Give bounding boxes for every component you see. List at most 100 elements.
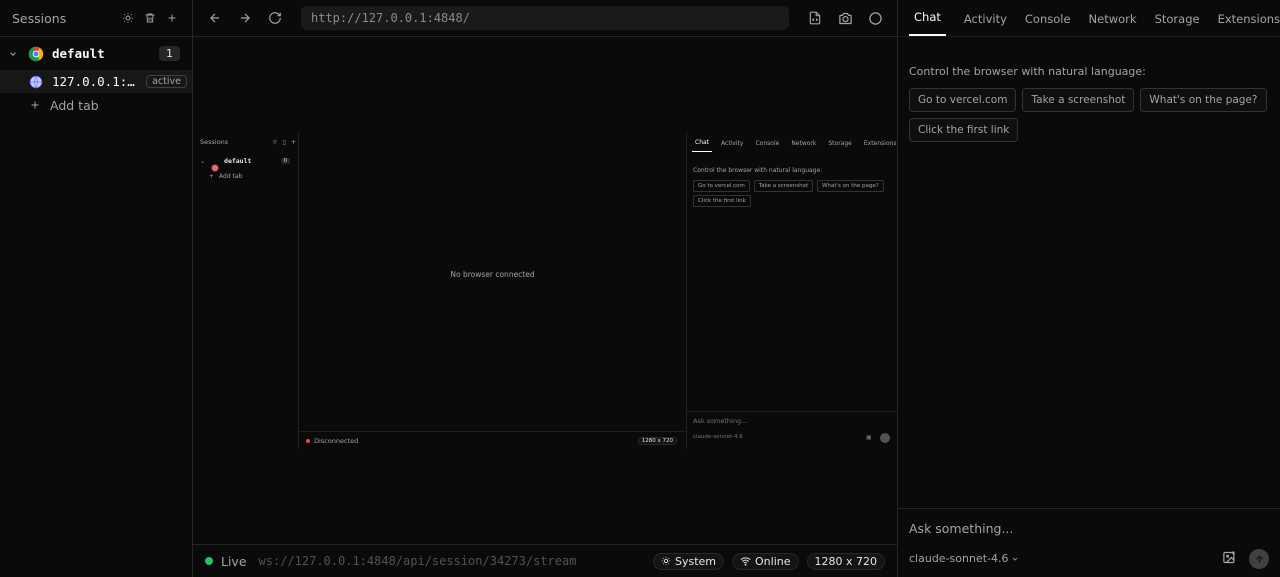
arrow-left-icon[interactable] <box>205 8 225 28</box>
preview-send-icon <box>880 433 890 443</box>
suggestion-list: Go to vercel.com Take a screenshot What'… <box>909 88 1269 142</box>
disconnected-label: Disconnected <box>314 436 359 445</box>
preview-tab-storage: Storage <box>828 140 852 147</box>
chat-intro: Control the browser with natural languag… <box>909 65 1146 78</box>
preview-plus-icon: + <box>209 172 215 180</box>
chrome-icon <box>28 46 44 62</box>
preview-suggestion: What's on the page? <box>817 180 884 192</box>
session-tab-item[interactable]: 127.0.0.1:48... active <box>0 70 192 93</box>
sidebar-title: Sessions <box>12 10 67 26</box>
preview-panel: Chat Activity Console Network Storage Ex… <box>686 132 897 449</box>
preview-intro: Control the browser with natural languag… <box>693 167 823 174</box>
theme-toggle[interactable]: System <box>652 552 725 570</box>
plus-icon[interactable] <box>164 10 180 26</box>
preview-plus-icon: + <box>290 138 296 146</box>
browser-toolbar <box>193 0 897 37</box>
preview-add-tab: + Add tab <box>198 170 298 182</box>
preview-add-tab-label: Add tab <box>219 172 243 180</box>
wifi-icon <box>740 556 751 566</box>
preview-main: No browser connected Disconnected 1280 x… <box>299 132 686 449</box>
image-icon[interactable] <box>1222 550 1237 565</box>
preview-model: claude-sonnet-4.6 <box>693 434 743 440</box>
tab-chat[interactable]: Chat <box>909 10 946 36</box>
disconnected-dot <box>306 438 310 443</box>
preview-session-row: ⌄ default 0 <box>198 152 298 172</box>
tab-count-badge: 1 <box>159 46 180 61</box>
tab-network[interactable]: Network <box>1089 12 1137 36</box>
preview-size-chip: 1280 x 720 <box>637 436 677 445</box>
add-tab-label: Add tab <box>50 97 99 113</box>
preview-tab-network: Network <box>791 140 817 147</box>
chevron-down-icon[interactable] <box>8 49 18 59</box>
tab-console[interactable]: Console <box>1025 12 1071 36</box>
theme-label: System <box>674 554 717 568</box>
panel-tabs: Chat Activity Console Network Storage Ex… <box>898 0 1280 37</box>
stream-url: ws://127.0.0.1:4848/api/session/34273/st… <box>258 554 577 568</box>
no-browser-message: No browser connected <box>450 270 535 279</box>
preview-image-icon: ▣ <box>866 434 872 441</box>
preview-suggestion: Take a screenshot <box>753 180 814 192</box>
circle-icon[interactable] <box>865 8 885 28</box>
preview-input: Ask something... <box>687 411 897 430</box>
suggestion-button[interactable]: Take a screenshot <box>1022 88 1135 112</box>
preview-suggestions: Go to vercel.com Take a screenshot What'… <box>693 180 893 207</box>
preview-suggestion: Click the first link <box>693 195 751 207</box>
preview-tabs: Chat Activity Console Network Storage Ex… <box>687 132 896 152</box>
sessions-sidebar: Sessions default 1 127.0.0.1:4 active Ad… <box>0 0 193 577</box>
viewport-preview: Sessions ☼ ▯ + ⌄ default 0 + Add tab No … <box>198 132 897 449</box>
preview-session-name: default <box>224 157 252 165</box>
chevron-down-icon <box>1011 555 1019 563</box>
reload-icon[interactable] <box>265 8 285 28</box>
preview-sidebar-title: Sessions <box>200 138 229 146</box>
arrow-right-icon[interactable] <box>235 8 255 28</box>
file-code-icon[interactable] <box>805 8 825 28</box>
model-selector[interactable]: claude-sonnet-4.6 <box>909 552 1019 565</box>
sidebar-header: Sessions <box>0 0 192 37</box>
live-dot <box>205 557 213 565</box>
preview-trash-icon: ▯ <box>282 138 286 146</box>
preview-session-count: 0 <box>280 158 290 164</box>
session-name: default <box>52 46 105 61</box>
url-input[interactable] <box>301 6 789 30</box>
network-label: Online <box>755 554 791 568</box>
suggestion-button[interactable]: Go to vercel.com <box>909 88 1017 112</box>
status-bar: Live ws://127.0.0.1:4848/api/session/342… <box>193 544 897 577</box>
add-tab-button[interactable]: Add tab <box>0 93 192 117</box>
preview-chevron-down-icon: ⌄ <box>200 157 206 165</box>
preview-tab-console: Console <box>755 140 780 147</box>
tab-title: 127.0.0.1:48... <box>52 74 138 89</box>
preview-tab-chat: Chat <box>692 139 713 152</box>
arrow-up-icon[interactable] <box>1249 549 1269 569</box>
browser-viewport[interactable]: Sessions ☼ ▯ + ⌄ default 0 + Add tab No … <box>193 37 897 544</box>
plus-icon <box>29 99 41 111</box>
network-toggle[interactable]: Online <box>732 552 799 570</box>
preview-chrome-icon <box>211 157 219 172</box>
sun-icon[interactable] <box>120 10 136 26</box>
app-window: Sessions default 1 127.0.0.1:4 active Ad… <box>0 0 1280 577</box>
tab-extensions[interactable]: Extensions <box>1218 12 1280 36</box>
live-label: Live <box>221 553 247 569</box>
suggestion-button[interactable]: What's on the page? <box>1140 88 1267 112</box>
preview-tab-activity: Activity <box>721 140 744 147</box>
assistant-panel: Chat Activity Console Network Storage Ex… <box>897 0 1280 577</box>
preview-sidebar: Sessions ☼ ▯ + ⌄ default 0 + Add tab <box>198 132 299 449</box>
preview-tab-extensions: Extensions <box>863 140 897 147</box>
chat-input[interactable] <box>909 519 1249 537</box>
browser-main: Sessions ☼ ▯ + ⌄ default 0 <box>193 0 897 577</box>
tab-activity[interactable]: Activity <box>964 12 1007 36</box>
preview-suggestion: Go to vercel.com <box>693 180 750 192</box>
preview-sidebar-header: Sessions ☼ ▯ + <box>198 132 298 152</box>
model-label: claude-sonnet-4.6 <box>909 552 1009 565</box>
suggestion-button[interactable]: Click the first link <box>909 118 1019 142</box>
preview-statusbar: Disconnected 1280 x 720 <box>299 431 686 449</box>
trash-icon[interactable] <box>142 10 158 26</box>
active-badge: active <box>146 75 187 88</box>
camera-icon[interactable] <box>835 8 855 28</box>
session-row-default[interactable]: default 1 <box>0 37 192 70</box>
globe-icon <box>29 75 43 89</box>
viewport-size-chip[interactable]: 1280 x 720 <box>806 552 885 570</box>
sun-icon <box>661 556 671 566</box>
chat-composer: claude-sonnet-4.6 <box>898 508 1280 577</box>
tab-storage[interactable]: Storage <box>1155 12 1200 36</box>
preview-sun-icon: ☼ <box>272 138 278 146</box>
